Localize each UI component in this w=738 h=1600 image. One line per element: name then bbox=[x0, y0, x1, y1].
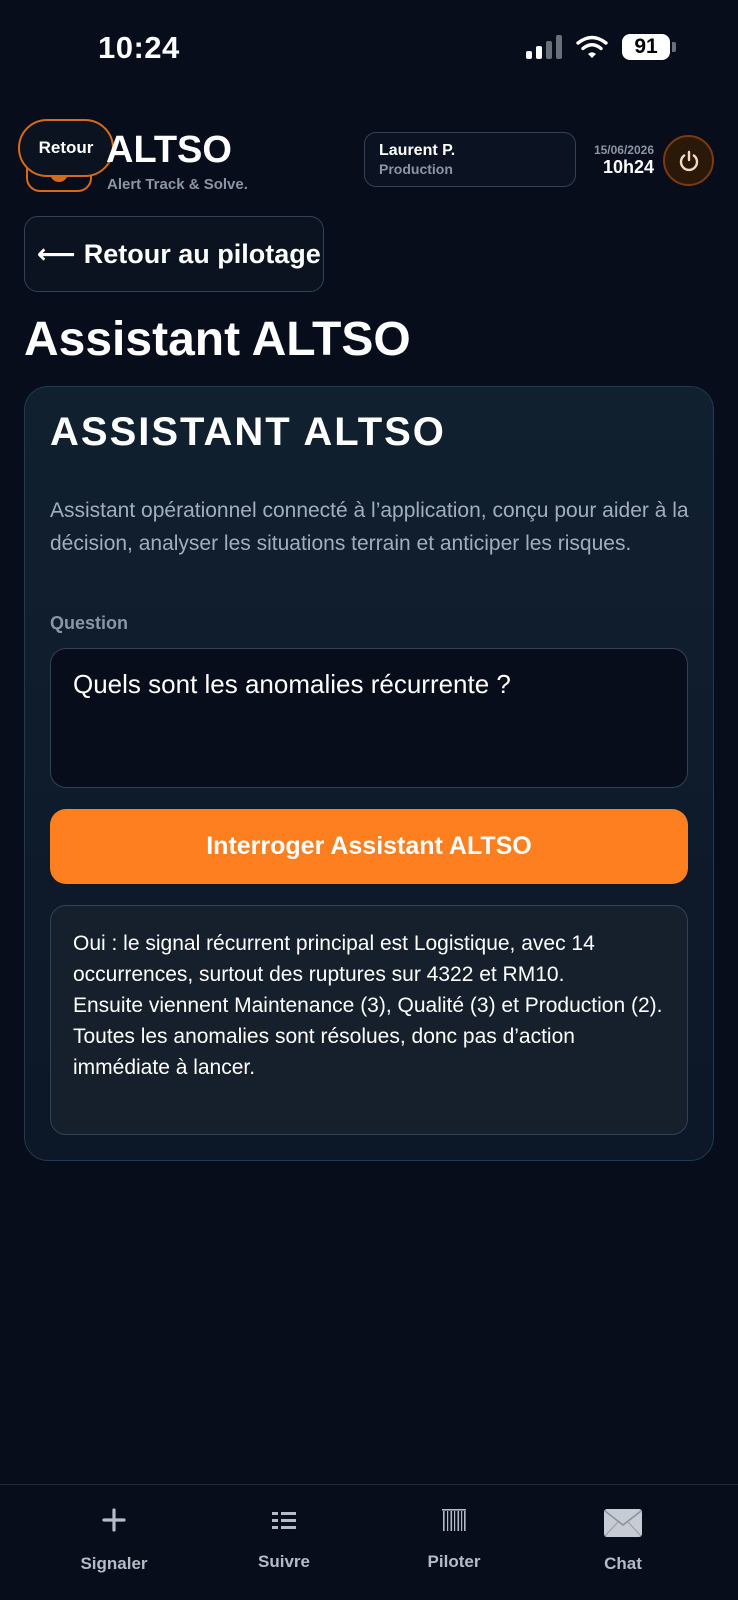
user-badge[interactable]: Laurent P. Production bbox=[364, 132, 576, 187]
battery-level: 91 bbox=[622, 34, 670, 60]
screen: 10:24 91 Retour ALTSO Alert Track & Solv… bbox=[0, 0, 738, 1600]
list-icon bbox=[192, 1511, 376, 1531]
nav-item-chat[interactable]: Chat bbox=[531, 1485, 715, 1600]
nav-label: Chat bbox=[604, 1554, 642, 1573]
nav-label: Piloter bbox=[427, 1552, 481, 1571]
bottom-nav: Signaler Suivre Piloter Chat bbox=[0, 1484, 738, 1600]
question-input[interactable]: Quels sont les anomalies récurrente ? bbox=[50, 648, 688, 788]
answer-line: Oui : le signal récurrent principal est … bbox=[73, 932, 595, 986]
nav-label: Suivre bbox=[258, 1552, 310, 1571]
card-title: ASSISTANT ALTSO bbox=[50, 410, 446, 454]
user-role: Production bbox=[379, 161, 453, 177]
plus-icon bbox=[22, 1507, 206, 1533]
back-button[interactable]: Retour bbox=[18, 119, 114, 177]
nav-item-signaler[interactable]: Signaler bbox=[22, 1485, 206, 1600]
envelope-icon bbox=[531, 1509, 715, 1537]
status-icons: 91 bbox=[526, 34, 676, 60]
nav-label: Signaler bbox=[80, 1554, 148, 1573]
wifi-icon bbox=[576, 35, 608, 58]
nav-item-suivre[interactable]: Suivre bbox=[192, 1485, 376, 1600]
header-date: 15/06/2026 bbox=[593, 143, 654, 157]
arrow-left-icon: ⟵ bbox=[37, 238, 76, 269]
user-name: Laurent P. bbox=[379, 142, 456, 159]
nav-item-piloter[interactable]: Piloter bbox=[362, 1485, 546, 1600]
card-description: Assistant opérationnel connecté à l’appl… bbox=[50, 499, 689, 555]
brand-title: ALTSO bbox=[106, 129, 232, 171]
cellular-signal-icon bbox=[526, 35, 562, 59]
page-title: Assistant ALTSO bbox=[24, 313, 411, 366]
barcode-icon bbox=[362, 1509, 546, 1531]
answer-line: Ensuite viennent Maintenance (3), Qualit… bbox=[73, 994, 663, 1017]
header-time: 10h24 bbox=[602, 157, 654, 177]
ask-assistant-button[interactable]: Interroger Assistant ALTSO bbox=[50, 809, 688, 884]
brand-tagline: Alert Track & Solve. bbox=[107, 176, 248, 193]
question-label: Question bbox=[50, 613, 129, 633]
battery-icon: 91 bbox=[622, 34, 676, 60]
answer-line: Toutes les anomalies sont résolues, donc… bbox=[73, 1025, 575, 1079]
back-to-piloting-button[interactable]: ⟵ Retour au pilotage bbox=[24, 216, 324, 292]
logout-button[interactable] bbox=[663, 135, 714, 186]
assistant-answer: Oui : le signal récurrent principal est … bbox=[50, 905, 688, 1135]
power-icon bbox=[679, 150, 698, 171]
back-to-piloting-label: Retour au pilotage bbox=[83, 238, 321, 269]
status-time: 10:24 bbox=[98, 30, 180, 65]
